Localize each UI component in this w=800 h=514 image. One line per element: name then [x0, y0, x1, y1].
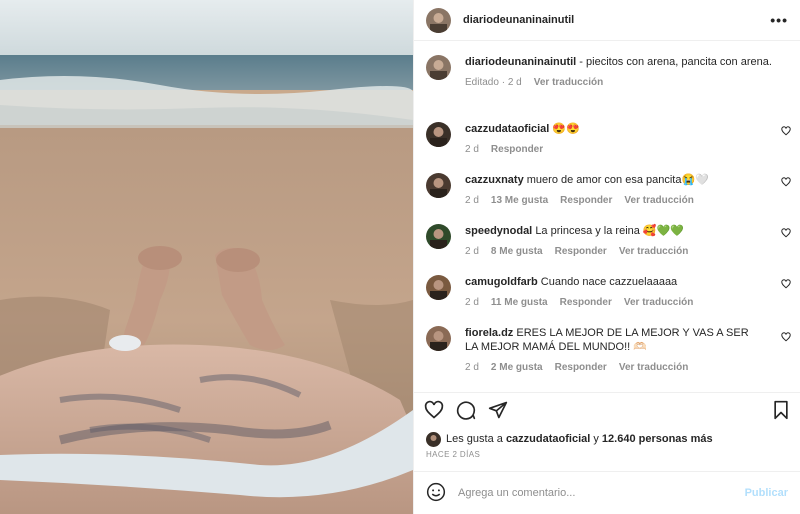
comment-text: cazzuxnaty muero de amor con esa pancita… — [465, 173, 764, 187]
comment-content: La princesa y la reina 🥰💚💚 — [535, 225, 685, 237]
commenter-avatar[interactable] — [426, 224, 451, 249]
caption-edited: Editado · 2 d — [465, 77, 522, 88]
more-options-icon[interactable]: ••• — [770, 12, 788, 28]
liker-username[interactable]: cazzudataoficial — [506, 433, 590, 445]
likes-count[interactable]: 12.640 personas más — [602, 433, 713, 445]
commenter-username[interactable]: cazzudataoficial — [465, 123, 549, 135]
author-username[interactable]: diariodeunaninainutil — [463, 14, 770, 26]
comment-meta: 2 d 2 Me gusta Responder Ver traducción — [465, 362, 764, 373]
commenter-avatar[interactable] — [426, 122, 451, 147]
share-paper-plane-icon[interactable] — [488, 400, 508, 423]
comment-meta: 2 d 11 Me gusta Responder Ver traducción — [465, 297, 764, 308]
liker-avatar[interactable] — [426, 431, 441, 447]
comment-meta: 2 d 13 Me gusta Responder Ver traducción — [465, 195, 764, 206]
likes-summary: Les gusta a cazzudataoficial y 12.640 pe… — [414, 430, 800, 448]
comment-likes[interactable]: 13 Me gusta — [491, 195, 548, 206]
caption-text: diariodeunaninainutil - piecitos con are… — [465, 55, 778, 69]
comment-time: 2 d — [465, 195, 479, 206]
caption-meta: Editado · 2 d Ver traducción — [465, 77, 778, 88]
beach-photo-image — [0, 0, 413, 514]
post-photo[interactable] — [0, 0, 413, 514]
comment-meta: 2 d 8 Me gusta Responder Ver traducción — [465, 246, 764, 257]
save-bookmark-icon[interactable] — [772, 400, 790, 423]
commenter-username[interactable]: speedynodal — [465, 225, 532, 237]
add-comment-bar: Publicar — [414, 471, 800, 514]
comment-time: 2 d — [465, 144, 479, 155]
comment-item: fiorela.dz ERES LA MEJOR DE LA MEJOR Y V… — [414, 326, 800, 373]
reply-link[interactable]: Responder — [555, 362, 607, 373]
commenter-avatar[interactable] — [426, 275, 451, 300]
reply-link[interactable]: Responder — [560, 297, 612, 308]
comment-time: 2 d — [465, 362, 479, 373]
reply-link[interactable]: Responder — [555, 246, 607, 257]
author-avatar[interactable] — [426, 7, 451, 33]
comment-item: camugoldfarb Cuando nace cazzuelaaaaa 2 d… — [414, 275, 800, 308]
commenter-avatar[interactable] — [426, 173, 451, 198]
translate-link[interactable]: Ver traducción — [624, 195, 693, 206]
comments-list[interactable]: diariodeunaninainutil - piecitos con are… — [414, 41, 800, 392]
comment-likes[interactable]: 8 Me gusta — [491, 246, 543, 257]
comment-item: cazzuxnaty muero de amor con esa pancita… — [414, 173, 800, 206]
comment-item: speedynodal La princesa y la reina 🥰💚💚 2 … — [414, 224, 800, 257]
comment-time: 2 d — [465, 246, 479, 257]
comment-content: 😍😍 — [552, 123, 580, 135]
action-bar — [414, 392, 800, 430]
comment-input[interactable] — [458, 487, 745, 499]
post-date: HACE 2 DÍAS — [426, 450, 481, 459]
comment-content: muero de amor con esa pancita😭🤍 — [526, 174, 709, 186]
caption: diariodeunaninainutil - piecitos con are… — [414, 55, 800, 88]
comment-like-heart-icon[interactable] — [781, 228, 791, 238]
comment-text: fiorela.dz ERES LA MEJOR DE LA MEJOR Y V… — [465, 326, 764, 354]
comment-text: cazzudataoficial 😍😍 — [465, 122, 764, 136]
translate-link[interactable]: Ver traducción — [619, 246, 688, 257]
comment-text: speedynodal La princesa y la reina 🥰💚💚 — [465, 224, 764, 238]
caption-translate-link[interactable]: Ver traducción — [534, 77, 603, 88]
comment-like-heart-icon[interactable] — [781, 126, 791, 136]
comment-time: 2 d — [465, 297, 479, 308]
caption-content: - piecitos con arena, pancita con arena. — [576, 56, 772, 68]
comment-like-heart-icon[interactable] — [781, 177, 791, 187]
translate-link[interactable]: Ver traducción — [624, 297, 693, 308]
emoji-icon[interactable] — [426, 482, 446, 505]
comment-meta: 2 d Responder — [465, 144, 764, 155]
reply-link[interactable]: Responder — [491, 144, 543, 155]
publish-button[interactable]: Publicar — [745, 487, 788, 499]
instagram-post: diariodeunaninainutil ••• diariodeunanin… — [0, 0, 800, 514]
post-side-panel: diariodeunaninainutil ••• diariodeunanin… — [413, 0, 800, 514]
comment-item: cazzudataoficial 😍😍 2 d Responder — [414, 122, 800, 155]
reply-link[interactable]: Responder — [560, 195, 612, 206]
commenter-avatar[interactable] — [426, 326, 451, 351]
comment-likes[interactable]: 2 Me gusta — [491, 362, 543, 373]
commenter-username[interactable]: fiorela.dz — [465, 327, 513, 339]
like-heart-icon[interactable] — [424, 400, 444, 423]
comment-bubble-icon[interactable] — [456, 400, 476, 423]
comment-like-heart-icon[interactable] — [781, 279, 791, 289]
commenter-username[interactable]: camugoldfarb — [465, 276, 538, 288]
caption-avatar[interactable] — [426, 55, 451, 80]
caption-username[interactable]: diariodeunaninainutil — [465, 56, 576, 68]
comment-content: Cuando nace cazzuelaaaaa — [540, 276, 678, 288]
comment-like-heart-icon[interactable] — [781, 332, 791, 342]
translate-link[interactable]: Ver traducción — [619, 362, 688, 373]
post-header: diariodeunaninainutil ••• — [414, 0, 800, 41]
commenter-username[interactable]: cazzuxnaty — [465, 174, 524, 186]
likes-text: Les gusta a cazzudataoficial y 12.640 pe… — [446, 433, 713, 445]
comment-text: camugoldfarb Cuando nace cazzuelaaaaa — [465, 275, 764, 289]
comment-likes[interactable]: 11 Me gusta — [491, 297, 548, 308]
